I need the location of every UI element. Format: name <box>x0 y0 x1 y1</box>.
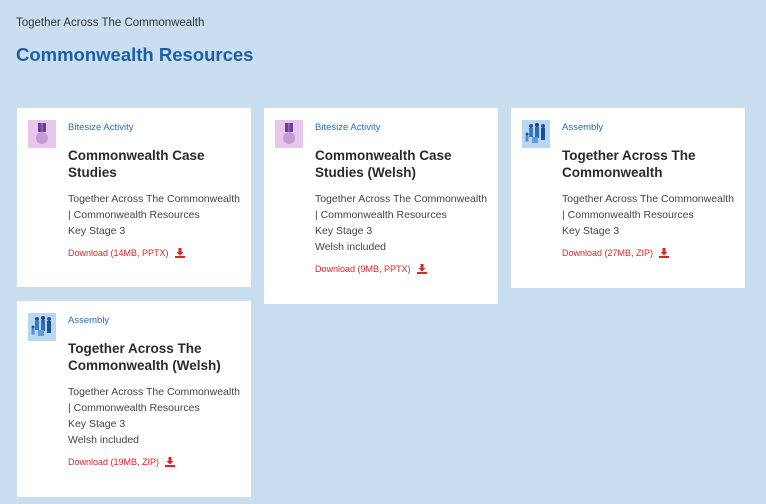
resource-title[interactable]: Together Across The Commonwealth <box>562 147 735 181</box>
resource-key-stage: Key Stage 3 <box>68 225 126 237</box>
breadcrumb: Together Across The Commonwealth <box>16 17 205 29</box>
resource-description: Together Across The Commonwealth | Commo… <box>68 191 241 239</box>
resource-welsh-note: Welsh included <box>68 434 140 446</box>
download-label: Download (27MB, ZIP) <box>562 248 654 258</box>
resource-card: Bitesize Activity Commonwealth Case Stud… <box>264 108 498 304</box>
resource-title[interactable]: Commonwealth Case Studies (Welsh) <box>315 147 488 181</box>
download-icon <box>174 248 185 258</box>
page-title: Commonwealth Resources <box>16 44 254 65</box>
resource-title[interactable]: Commonwealth Case Studies <box>68 147 241 181</box>
resource-card: Assembly Together Across The Commonwealt… <box>511 108 745 288</box>
resource-type-link[interactable]: Assembly <box>68 315 241 327</box>
resource-key-stage: Key Stage 3 <box>315 225 373 237</box>
resource-type-link[interactable]: Bitesize Activity <box>68 122 241 134</box>
resource-description: Together Across The Commonwealth | Commo… <box>68 384 241 448</box>
resource-key-stage: Key Stage 3 <box>562 225 620 237</box>
medal-icon <box>275 120 303 148</box>
resource-collection: Together Across The Commonwealth | Commo… <box>68 193 240 221</box>
resource-key-stage: Key Stage 3 <box>68 418 126 430</box>
download-label: Download (14MB, PPTX) <box>68 248 169 258</box>
resource-description: Together Across The Commonwealth | Commo… <box>315 191 488 255</box>
download-link[interactable]: Download (19MB, ZIP) <box>68 457 241 467</box>
resource-title[interactable]: Together Across The Commonwealth (Welsh) <box>68 340 241 374</box>
resource-collection: Together Across The Commonwealth | Commo… <box>315 193 487 221</box>
download-label: Download (19MB, ZIP) <box>68 457 160 467</box>
resource-welsh-note: Welsh included <box>315 241 387 253</box>
resource-collection: Together Across The Commonwealth | Commo… <box>68 386 240 414</box>
download-link[interactable]: Download (14MB, PPTX) <box>68 248 241 258</box>
download-link[interactable]: Download (27MB, ZIP) <box>562 248 735 258</box>
resource-card: Assembly Together Across The Commonwealt… <box>17 301 251 497</box>
resource-card: Bitesize Activity Commonwealth Case Stud… <box>17 108 251 287</box>
download-icon <box>416 264 427 274</box>
medal-icon <box>28 120 56 148</box>
download-icon <box>165 457 176 467</box>
people-group-icon <box>522 120 550 148</box>
download-link[interactable]: Download (9MB, PPTX) <box>315 264 488 274</box>
people-group-icon <box>28 313 56 341</box>
download-label: Download (9MB, PPTX) <box>315 264 411 274</box>
resource-description: Together Across The Commonwealth | Commo… <box>562 191 735 239</box>
download-icon <box>659 248 670 258</box>
resource-type-link[interactable]: Bitesize Activity <box>315 122 488 134</box>
resource-type-link[interactable]: Assembly <box>562 122 735 134</box>
resource-collection: Together Across The Commonwealth | Commo… <box>562 193 734 221</box>
